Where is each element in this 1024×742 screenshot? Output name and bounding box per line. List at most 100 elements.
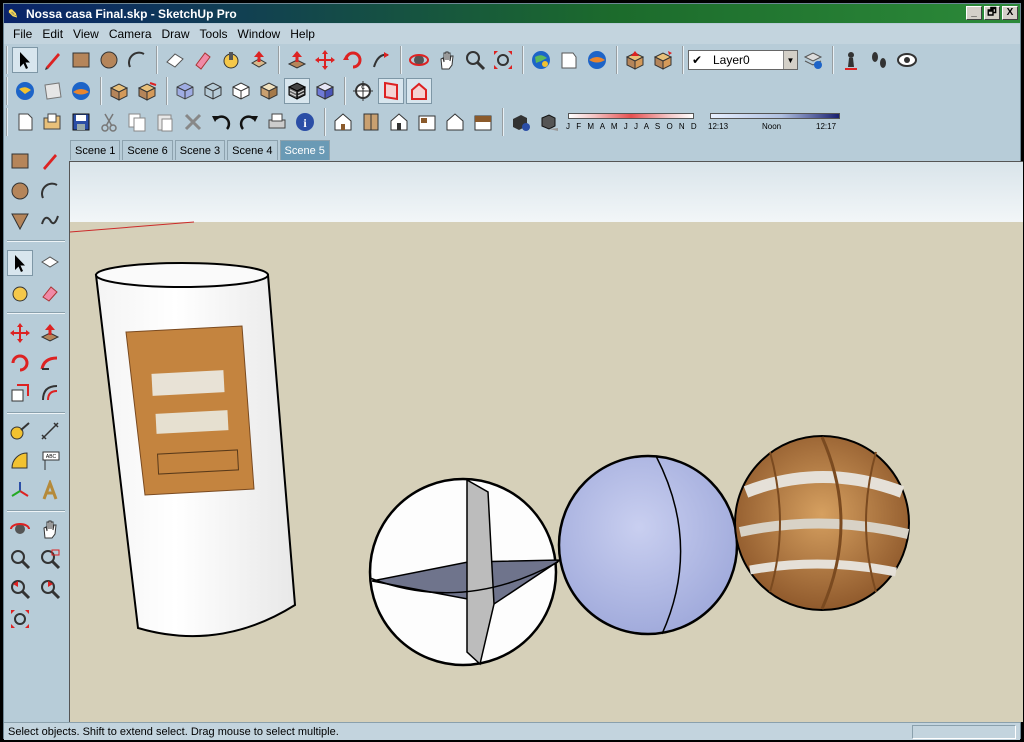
measurements-box[interactable] [912, 724, 1016, 739]
front-view-icon[interactable] [386, 109, 412, 135]
dimension-icon[interactable] [37, 418, 63, 444]
menu-help[interactable]: Help [285, 27, 320, 41]
pencil-icon[interactable] [40, 47, 66, 73]
pan-icon[interactable] [434, 47, 460, 73]
xray-icon[interactable] [172, 78, 198, 104]
orbit-icon[interactable] [406, 47, 432, 73]
3d-text-icon[interactable] [37, 478, 63, 504]
zoom-window-icon[interactable] [37, 546, 63, 572]
get-models-icon[interactable] [528, 47, 554, 73]
shadows-toggle-icon[interactable] [536, 109, 562, 135]
menu-file[interactable]: File [8, 27, 37, 41]
shaded-textures-icon[interactable] [284, 78, 310, 104]
circle-icon[interactable] [7, 178, 33, 204]
select-icon[interactable] [12, 47, 38, 73]
open-file-icon[interactable] [40, 109, 66, 135]
make-component-icon[interactable] [622, 47, 648, 73]
menu-window[interactable]: Window [233, 27, 286, 41]
back-view-icon[interactable] [442, 109, 468, 135]
shadow-settings-icon[interactable] [508, 109, 534, 135]
time-slider[interactable]: 12:13 Noon 12:17 [706, 110, 846, 134]
push-pull-icon[interactable] [246, 47, 272, 73]
new-file-icon[interactable] [12, 109, 38, 135]
menu-edit[interactable]: Edit [37, 27, 68, 41]
menu-draw[interactable]: Draw [157, 27, 195, 41]
next-view-icon[interactable] [37, 576, 63, 602]
textured-sphere[interactable] [734, 435, 910, 611]
eraser-icon[interactable] [162, 47, 188, 73]
redo-icon[interactable] [236, 109, 262, 135]
layer-manager-icon[interactable] [800, 47, 826, 73]
tab-scene-4[interactable]: Scene 4 [227, 140, 278, 160]
undo-icon[interactable] [208, 109, 234, 135]
minimize-button[interactable]: _ [966, 6, 982, 20]
orbit-icon[interactable] [7, 516, 33, 542]
offset-icon[interactable] [37, 380, 63, 406]
polygon-icon[interactable] [7, 208, 33, 234]
menu-view[interactable]: View [68, 27, 104, 41]
delete-icon[interactable] [180, 109, 206, 135]
pencil-icon[interactable] [37, 148, 63, 174]
follow-me-icon[interactable] [368, 47, 394, 73]
menu-camera[interactable]: Camera [104, 27, 157, 41]
iso-view-icon[interactable] [330, 109, 356, 135]
tab-scene-3[interactable]: Scene 3 [174, 140, 226, 160]
eraser-icon[interactable] [37, 280, 63, 306]
left-view-icon[interactable] [470, 109, 496, 135]
paste-icon[interactable] [152, 109, 178, 135]
tab-scene-5[interactable]: Scene 5 [279, 140, 330, 160]
print-icon[interactable] [264, 109, 290, 135]
tab-scene-1[interactable]: Scene 1 [70, 140, 121, 160]
wireframe-icon[interactable] [200, 78, 226, 104]
explode-icon[interactable] [650, 47, 676, 73]
top-view-icon[interactable] [358, 109, 384, 135]
scale-icon[interactable] [7, 380, 33, 406]
freehand-icon[interactable] [37, 208, 63, 234]
google-earth-icon[interactable] [584, 47, 610, 73]
axes-icon[interactable] [7, 478, 33, 504]
layer-dropdown[interactable]: ✔ Layer0 ▼ [688, 50, 798, 70]
protractor-icon[interactable] [7, 448, 33, 474]
zoom-icon[interactable] [7, 546, 33, 572]
hidden-line-icon[interactable] [228, 78, 254, 104]
time-slider-track[interactable] [710, 113, 840, 119]
push-pull-icon[interactable] [37, 320, 63, 346]
push-pull-red-icon[interactable] [284, 47, 310, 73]
rectangle-icon[interactable] [7, 148, 33, 174]
earth-snapshot-icon[interactable] [12, 78, 38, 104]
select-icon[interactable] [7, 250, 33, 276]
rectangle-icon[interactable] [68, 47, 94, 73]
move-icon[interactable] [312, 47, 338, 73]
model-info-icon[interactable]: i [292, 109, 318, 135]
rotate-icon[interactable] [7, 350, 33, 376]
rotate-icon[interactable] [340, 47, 366, 73]
tape-measure-icon[interactable] [7, 418, 33, 444]
copy-icon[interactable] [124, 109, 150, 135]
walk-icon[interactable] [866, 47, 892, 73]
monochrome-icon[interactable] [312, 78, 338, 104]
section-cut-icon[interactable] [378, 78, 404, 104]
right-view-icon[interactable] [414, 109, 440, 135]
move-icon[interactable] [7, 320, 33, 346]
look-around-icon[interactable] [894, 47, 920, 73]
text-icon[interactable]: ABC [37, 448, 63, 474]
restore-button[interactable]: 🗗 [984, 6, 1000, 20]
pan-icon[interactable] [37, 516, 63, 542]
blue-sphere[interactable] [557, 454, 739, 636]
share-model-icon[interactable] [556, 47, 582, 73]
cut-icon[interactable] [96, 109, 122, 135]
section-plane-icon[interactable]: C [350, 78, 376, 104]
title-bar[interactable]: ✎ Nossa casa Final.skp - SketchUp Pro _ … [4, 4, 1020, 23]
terrain-icon[interactable] [40, 78, 66, 104]
component-icon[interactable] [106, 78, 132, 104]
section-display-icon[interactable] [406, 78, 432, 104]
position-camera-icon[interactable] [838, 47, 864, 73]
arc-icon[interactable] [37, 178, 63, 204]
make-component-icon[interactable] [37, 250, 63, 276]
shaded-icon[interactable] [256, 78, 282, 104]
tape-measure-icon[interactable] [190, 47, 216, 73]
follow-me-icon[interactable] [37, 350, 63, 376]
date-slider[interactable]: J F M A M J J A S O N D [564, 110, 704, 134]
zoom-extents-icon[interactable] [490, 47, 516, 73]
zoom-extents-icon[interactable] [7, 606, 33, 632]
